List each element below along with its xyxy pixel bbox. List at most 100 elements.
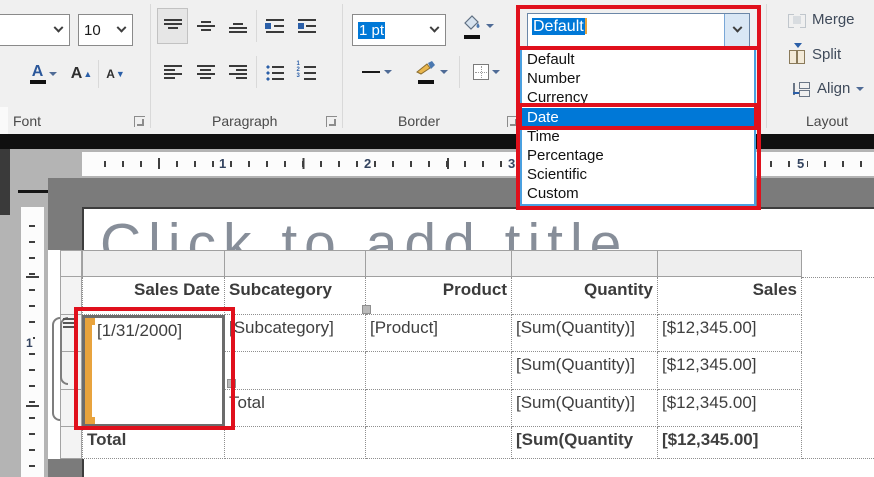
align-menu-button[interactable]: Align — [793, 80, 864, 97]
selected-cell-sales-date-group[interactable]: [1/31/2000] — [82, 315, 225, 427]
increase-indent-button[interactable] — [291, 8, 322, 44]
paragraph-group-label: Paragraph — [212, 113, 277, 129]
cell-sales[interactable]: [$12,345.00] — [658, 390, 802, 427]
border-width-combobox[interactable]: 1 pt — [352, 14, 446, 46]
valign-middle-icon — [196, 16, 216, 36]
tablix: Sales Date Subcategory Product Quantity … — [82, 250, 802, 459]
border-width-value: 1 pt — [358, 22, 385, 39]
number-format-listbox: DefaultNumberCurrencyDateTimePercentageS… — [520, 48, 756, 206]
font-size-value: 10 — [79, 22, 110, 39]
cell-product[interactable] — [366, 352, 512, 390]
cell-empty[interactable] — [225, 427, 366, 459]
row-handle[interactable] — [60, 276, 82, 315]
numbered-list-button[interactable] — [291, 54, 322, 90]
cell-grand-total-quantity[interactable]: [Sum(Quantity — [512, 427, 658, 459]
row-handle[interactable] — [60, 389, 82, 427]
cell-sales[interactable]: [$12,345.00] — [658, 352, 802, 390]
column-handle[interactable] — [225, 250, 366, 277]
format-option-number[interactable]: Number — [522, 69, 754, 88]
border-style-button[interactable] — [352, 54, 400, 90]
cell-subcategory[interactable]: [Subcategory] — [225, 315, 366, 352]
paragraph-dialog-launcher-icon[interactable] — [326, 116, 337, 127]
paint-brush-icon — [415, 60, 437, 75]
format-option-default[interactable]: Default — [522, 50, 754, 69]
cell-subtotal-label[interactable]: Total — [225, 390, 366, 427]
decrease-indent-button[interactable] — [259, 8, 290, 44]
ribbon-corner-notch — [0, 107, 8, 134]
report-builder-window: 10 A A ▲ A ▼ Font — [0, 0, 874, 477]
row-handle[interactable] — [60, 250, 82, 277]
format-option-currency[interactable]: Currency — [522, 88, 754, 107]
chevron-down-icon[interactable] — [724, 14, 749, 46]
cell-quantity[interactable]: [Sum(Quantity)] — [512, 390, 658, 427]
font-dialog-launcher-icon[interactable] — [134, 116, 145, 127]
ruler-number: 3 — [505, 156, 518, 171]
align-center-button[interactable] — [190, 54, 221, 90]
header-cell-sales[interactable]: Sales — [658, 277, 802, 315]
align-objects-icon — [793, 81, 811, 97]
split-button[interactable]: Split — [788, 46, 841, 63]
shrink-font-button[interactable]: A ▼ — [100, 56, 131, 92]
format-option-date[interactable]: Date — [522, 108, 754, 127]
valign-bottom-icon — [228, 16, 248, 36]
paint-bucket-icon — [461, 14, 483, 30]
border-group-label: Border — [398, 113, 440, 129]
format-option-time[interactable]: Time — [522, 127, 754, 146]
cell-subcategory[interactable] — [225, 352, 366, 390]
font-color-icon: A — [30, 65, 46, 79]
cell-resize-handle[interactable] — [227, 379, 236, 388]
left-panel-edge — [0, 149, 10, 215]
selection-accent-bar — [85, 318, 92, 424]
border-color-button[interactable] — [406, 54, 456, 90]
cell-product[interactable]: [Product] — [366, 315, 512, 352]
border-dialog-launcher-icon[interactable] — [507, 116, 518, 127]
ruler-number: 2 — [361, 156, 374, 171]
align-right-button[interactable] — [222, 54, 253, 90]
cell-sales[interactable]: [$12,345.00] — [658, 315, 802, 352]
cell-grand-total-label[interactable]: Total — [82, 427, 225, 459]
chevron-down-icon[interactable] — [423, 15, 445, 45]
font-size-combobox[interactable]: 10 — [78, 14, 133, 46]
split-cells-icon — [788, 47, 806, 63]
ruler-number: 5 — [794, 156, 807, 171]
header-cell-subcategory[interactable]: Subcategory — [225, 277, 366, 315]
cell-grand-total-sales[interactable]: [$12,345.00] — [658, 427, 802, 459]
format-option-percentage[interactable]: Percentage — [522, 146, 754, 165]
header-cell-quantity[interactable]: Quantity — [512, 277, 658, 315]
format-option-custom[interactable]: Custom — [522, 184, 754, 203]
cell-quantity[interactable]: [Sum(Quantity)] — [512, 315, 658, 352]
chevron-down-icon[interactable] — [47, 15, 69, 45]
font-color-button[interactable]: A — [24, 56, 62, 92]
vertical-ruler: 1 — [21, 207, 44, 477]
column-handle[interactable] — [658, 250, 802, 277]
bullet-list-button[interactable] — [259, 54, 290, 90]
grow-font-button[interactable]: A ▲ — [66, 56, 97, 92]
valign-middle-button[interactable] — [190, 8, 221, 44]
arrow-down-icon: ▼ — [116, 69, 125, 79]
fill-color-button[interactable] — [453, 8, 501, 44]
layout-group-label: Layout — [806, 113, 848, 129]
column-handle[interactable] — [82, 250, 225, 277]
header-cell-product[interactable]: Product — [366, 277, 512, 315]
cell-quantity[interactable]: [Sum(Quantity)] — [512, 352, 658, 390]
format-option-scientific[interactable]: Scientific — [522, 165, 754, 184]
align-left-button[interactable] — [157, 54, 188, 90]
chevron-down-icon[interactable] — [110, 15, 132, 45]
cell-product[interactable] — [366, 390, 512, 427]
merge-cells-icon — [788, 12, 806, 28]
ruler-number: 1 — [26, 336, 33, 350]
merge-button[interactable]: Merge — [788, 11, 855, 28]
cell-empty[interactable] — [366, 427, 512, 459]
column-handle[interactable] — [512, 250, 658, 277]
ruler-number: 1 — [216, 156, 229, 171]
column-drag-handle[interactable] — [362, 305, 371, 314]
valign-top-button[interactable] — [157, 8, 188, 44]
numbered-list-icon — [297, 62, 317, 82]
header-cell-sales-date[interactable]: Sales Date — [82, 277, 225, 315]
number-format-combobox[interactable]: Default — [527, 13, 750, 47]
row-handle[interactable] — [60, 426, 82, 459]
borders-button[interactable] — [462, 54, 510, 90]
font-name-combobox[interactable] — [0, 14, 70, 46]
column-handle[interactable] — [366, 250, 512, 277]
valign-bottom-button[interactable] — [222, 8, 253, 44]
